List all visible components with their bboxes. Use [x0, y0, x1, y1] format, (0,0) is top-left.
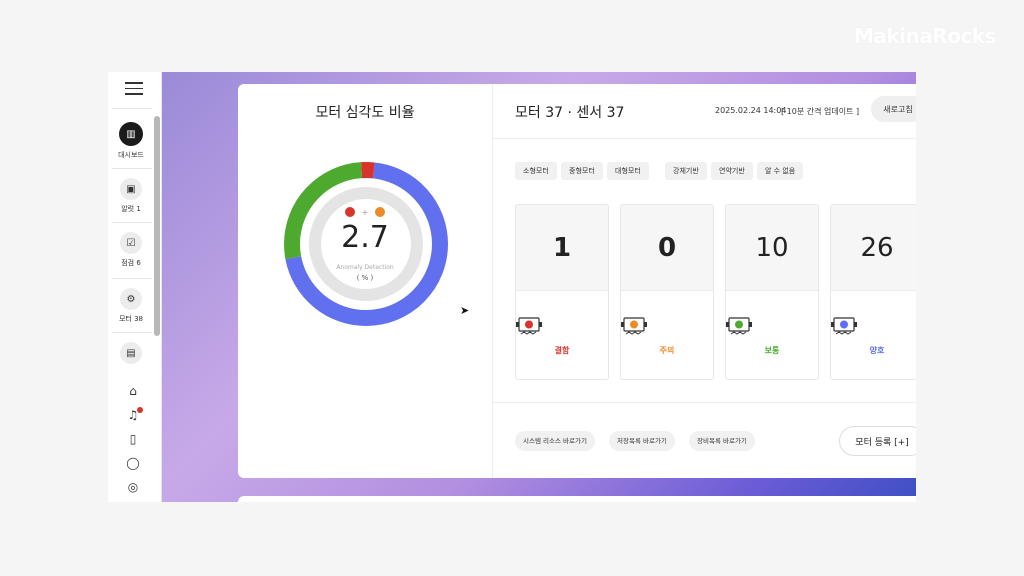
sidebar: ▥ 대시보드 ▣ 알럿 1 ☑ 점검 6 ⚙ 모터 38 ▤ ⌂ ♫ ▯ ◯ ◎	[108, 72, 162, 502]
warning-icon	[374, 207, 385, 217]
gauge-unit: ( % )	[356, 274, 374, 282]
main-area: 모터 심각도 비율 + 2.7 Anomaly Detection ( % ) …	[162, 72, 916, 502]
settings-icon[interactable]: ◎	[125, 480, 141, 496]
motor-good-icon	[831, 317, 857, 335]
stat-label: 결함	[554, 346, 570, 355]
sidebar-item-dashboard[interactable]: ▥ 대시보드	[108, 122, 154, 160]
stat-value: 26	[831, 205, 916, 291]
book-icon[interactable]: ▯	[125, 432, 141, 448]
notification-badge	[137, 407, 143, 413]
sidebar-item-alerts[interactable]: ▣ 알럿 1	[108, 178, 154, 214]
stat-card-normal[interactable]: 10 보통	[725, 204, 819, 380]
update-interval: [ 10분 간격 업데이트 ]	[781, 107, 860, 116]
sidebar-divider	[112, 108, 152, 109]
filter-soft-base[interactable]: 연약기반	[711, 162, 753, 180]
sidebar-item-inspection[interactable]: ☑ 점검 6	[108, 232, 154, 268]
stat-card-good[interactable]: 26 양호	[830, 204, 916, 380]
alert-list-icon: ▣	[120, 178, 142, 200]
sidebar-item-calendar[interactable]: ▤	[108, 342, 154, 368]
motor-warning-icon	[621, 317, 647, 335]
user-icon[interactable]: ◯	[125, 456, 141, 472]
gauge-title: 모터 심각도 비율	[315, 105, 415, 121]
system-resource-link[interactable]: 시스템 리소스 바로가기	[515, 431, 595, 451]
updated-date: 2025.02.24 14:04	[715, 106, 787, 115]
severity-card: 모터 심각도 비율 + 2.7 Anomaly Detection ( % )	[238, 84, 492, 478]
sidebar-item-label: 점검 6	[121, 259, 141, 267]
equipment-list-link[interactable]: 장비목록 바로가기	[689, 431, 755, 451]
filter-medium-motor[interactable]: 중형모터	[561, 162, 603, 180]
brand-logo: MakinaRocks	[854, 24, 997, 48]
sidebar-divider	[112, 168, 152, 169]
sidebar-scrollbar[interactable]	[154, 116, 160, 336]
stat-value: 0	[621, 205, 713, 291]
stat-value: 1	[516, 205, 608, 291]
filter-unknown[interactable]: 알 수 없음	[757, 162, 804, 180]
page-title: 모터 37 · 센서 37	[515, 105, 625, 121]
calendar-icon: ▤	[120, 342, 142, 364]
register-motor-button[interactable]: 모터 등록 [+]	[839, 426, 916, 456]
next-card-edge	[238, 496, 916, 502]
sidebar-item-label: 대시보드	[118, 151, 144, 159]
refresh-button[interactable]: 새로고침	[871, 96, 916, 122]
stat-card-warning[interactable]: 0 주의	[620, 204, 714, 380]
stat-value: 10	[726, 205, 818, 291]
sidebar-item-label: 모터 38	[118, 315, 143, 323]
motor-icon: ⚙	[120, 288, 142, 310]
severity-legend-icons: +	[345, 206, 385, 218]
saved-list-link[interactable]: 저장목록 바로가기	[609, 431, 675, 451]
filter-small-motor[interactable]: 소형모터	[515, 162, 557, 180]
hamburger-menu-icon[interactable]	[125, 82, 143, 96]
sidebar-item-motors[interactable]: ⚙ 모터 38	[108, 288, 154, 324]
checklist-icon: ☑	[120, 232, 142, 254]
divider	[493, 138, 916, 139]
app-window: ▥ 대시보드 ▣ 알럿 1 ☑ 점검 6 ⚙ 모터 38 ▤ ⌂ ♫ ▯ ◯ ◎	[108, 72, 916, 502]
filter-rigid-base[interactable]: 강체기반	[665, 162, 707, 180]
filter-large-motor[interactable]: 대형모터	[607, 162, 649, 180]
stat-label: 보통	[764, 346, 780, 355]
motor-fault-icon	[516, 317, 542, 335]
stat-label: 주의	[659, 346, 675, 355]
sidebar-divider	[112, 222, 152, 223]
sidebar-divider	[112, 278, 152, 279]
divider	[493, 402, 916, 403]
plus-icon: +	[361, 207, 369, 217]
gauge-value: 2.7	[341, 220, 389, 255]
chart-icon: ▥	[119, 122, 143, 146]
status-card: 모터 37 · 센서 37 2025.02.24 14:04 [ 10분 간격 …	[492, 84, 916, 478]
home-icon[interactable]: ⌂	[125, 384, 141, 400]
stat-label: 양호	[869, 346, 885, 355]
sidebar-item-label: 알럿 1	[121, 205, 141, 213]
gauge-subtitle: Anomaly Detection	[336, 264, 394, 271]
sidebar-divider	[112, 332, 152, 333]
motor-normal-icon	[726, 317, 752, 335]
fault-icon	[345, 207, 355, 217]
mouse-cursor-icon: ➤	[460, 304, 470, 317]
stat-card-fault[interactable]: 1 결함	[515, 204, 609, 380]
